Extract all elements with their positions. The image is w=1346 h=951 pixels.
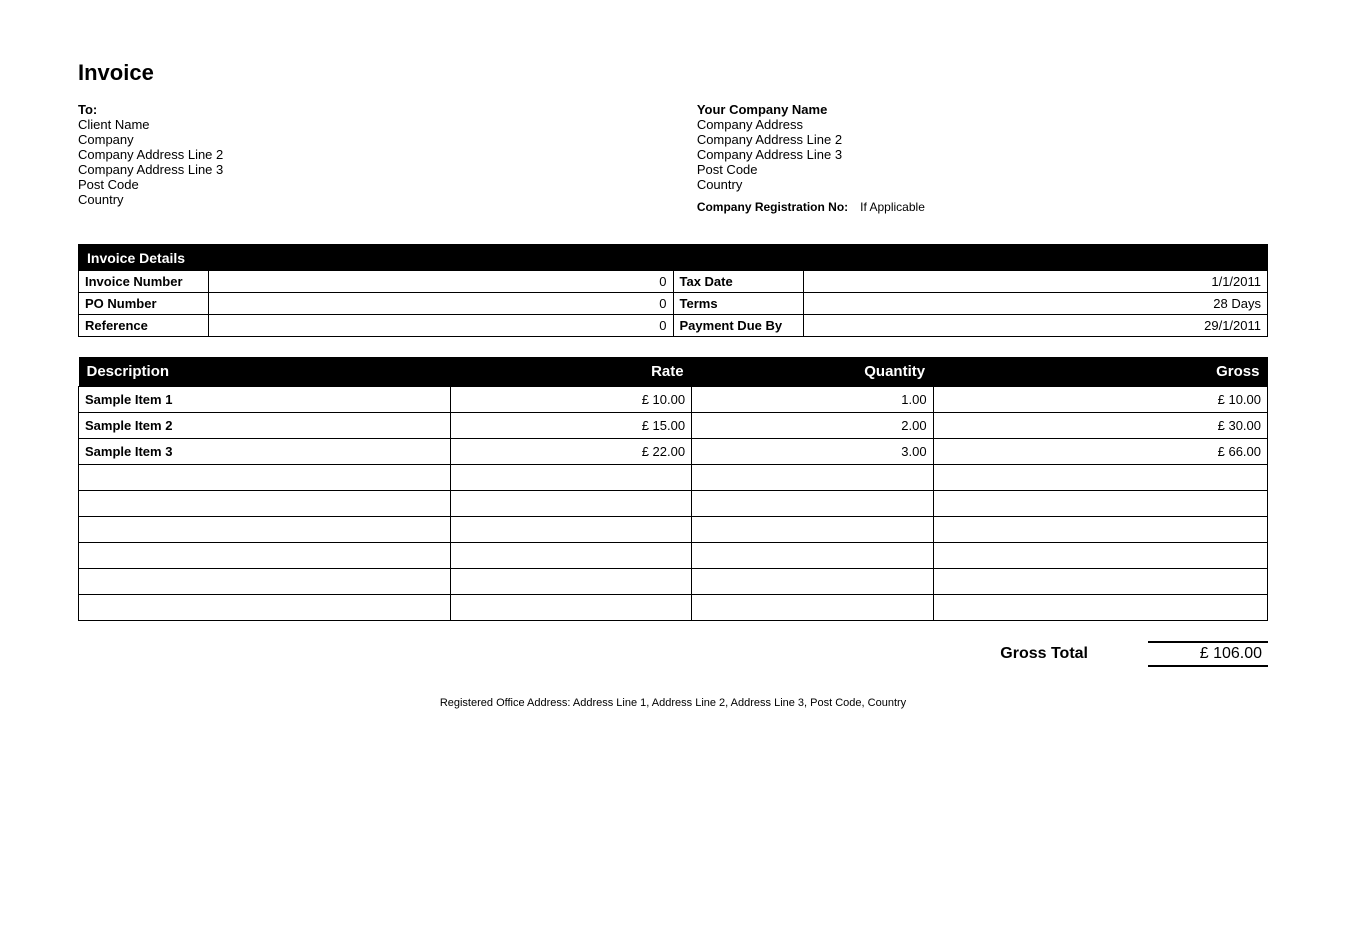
- invoice-number-row: Invoice Number 0: [79, 271, 673, 293]
- item-description: Sample Item 2: [79, 413, 451, 439]
- table-row: [79, 517, 1268, 543]
- client-company: Company: [78, 132, 649, 147]
- invoice-details-section: Invoice Details Invoice Number 0 PO Numb…: [78, 244, 1268, 337]
- item-quantity: [692, 543, 934, 569]
- company-post-code: Post Code: [697, 162, 1268, 177]
- po-number-label: PO Number: [79, 293, 209, 314]
- tax-date-label: Tax Date: [674, 271, 804, 292]
- item-quantity: 3.00: [692, 439, 934, 465]
- item-rate: £ 10.00: [450, 387, 692, 413]
- client-country: Country: [78, 192, 649, 207]
- item-quantity: [692, 491, 934, 517]
- table-row: [79, 595, 1268, 621]
- item-gross: [933, 517, 1267, 543]
- item-quantity: [692, 595, 934, 621]
- item-gross: [933, 491, 1267, 517]
- item-quantity: 2.00: [692, 413, 934, 439]
- client-name: Client Name: [78, 117, 649, 132]
- registration-value: If Applicable: [860, 200, 925, 214]
- invoice-details-header: Invoice Details: [79, 245, 1267, 271]
- item-description: [79, 517, 451, 543]
- table-row: [79, 543, 1268, 569]
- item-description: [79, 569, 451, 595]
- item-description: Sample Item 1: [79, 387, 451, 413]
- table-row: Sample Item 3£ 22.003.00£ 66.00: [79, 439, 1268, 465]
- item-rate: [450, 595, 692, 621]
- bill-to-section: To: Client Name Company Company Address …: [78, 102, 649, 214]
- client-address-line3: Company Address Line 3: [78, 162, 649, 177]
- company-address: Company Address: [697, 117, 1268, 132]
- invoice-number-value: 0: [209, 271, 673, 292]
- gross-total-section: Gross Total £ 106.00: [78, 641, 1268, 667]
- item-rate: £ 15.00: [450, 413, 692, 439]
- company-address-line3: Company Address Line 3: [697, 147, 1268, 162]
- item-description: [79, 491, 451, 517]
- tax-date-row: Tax Date 1/1/2011: [674, 271, 1268, 293]
- table-row: [79, 465, 1268, 491]
- payment-due-label: Payment Due By: [674, 315, 804, 336]
- table-row: [79, 491, 1268, 517]
- item-gross: [933, 465, 1267, 491]
- reference-label: Reference: [79, 315, 209, 336]
- item-rate: [450, 569, 692, 595]
- item-gross: [933, 595, 1267, 621]
- to-label: To:: [78, 102, 649, 117]
- terms-label: Terms: [674, 293, 804, 314]
- company-info-section: Your Company Name Company Address Compan…: [697, 102, 1268, 214]
- po-number-row: PO Number 0: [79, 293, 673, 315]
- company-name: Your Company Name: [697, 102, 1268, 117]
- reference-row: Reference 0: [79, 315, 673, 336]
- item-rate: [450, 517, 692, 543]
- item-description: [79, 543, 451, 569]
- company-registration-row: Company Registration No: If Applicable: [697, 200, 1268, 214]
- item-rate: [450, 543, 692, 569]
- description-header: Description: [79, 357, 451, 387]
- item-gross: [933, 543, 1267, 569]
- item-description: [79, 465, 451, 491]
- item-gross: £ 66.00: [933, 439, 1267, 465]
- payment-due-row: Payment Due By 29/1/2011: [674, 315, 1268, 336]
- tax-date-value: 1/1/2011: [804, 271, 1268, 292]
- item-gross: £ 30.00: [933, 413, 1267, 439]
- reference-value: 0: [209, 315, 673, 336]
- quantity-header: Quantity: [692, 357, 934, 387]
- terms-row: Terms 28 Days: [674, 293, 1268, 315]
- client-address-line2: Company Address Line 2: [78, 147, 649, 162]
- item-rate: £ 22.00: [450, 439, 692, 465]
- table-row: Sample Item 2£ 15.002.00£ 30.00: [79, 413, 1268, 439]
- company-country: Country: [697, 177, 1268, 192]
- client-post-code: Post Code: [78, 177, 649, 192]
- company-address-line2: Company Address Line 2: [697, 132, 1268, 147]
- gross-total-label: Gross Total: [1000, 645, 1088, 663]
- item-quantity: [692, 517, 934, 543]
- rate-header: Rate: [450, 357, 692, 387]
- invoice-number-label: Invoice Number: [79, 271, 209, 292]
- table-row: Sample Item 1£ 10.001.00£ 10.00: [79, 387, 1268, 413]
- item-rate: [450, 465, 692, 491]
- item-gross: £ 10.00: [933, 387, 1267, 413]
- invoice-title: Invoice: [78, 60, 1268, 86]
- gross-total-value: £ 106.00: [1148, 641, 1268, 667]
- gross-header: Gross: [933, 357, 1267, 387]
- registration-label: Company Registration No:: [697, 200, 848, 214]
- terms-value: 28 Days: [804, 293, 1268, 314]
- item-description: Sample Item 3: [79, 439, 451, 465]
- footer-text: Registered Office Address: Address Line …: [78, 697, 1268, 709]
- item-description: [79, 595, 451, 621]
- item-gross: [933, 569, 1267, 595]
- item-quantity: [692, 569, 934, 595]
- table-row: [79, 569, 1268, 595]
- items-table: Description Rate Quantity Gross Sample I…: [78, 357, 1268, 621]
- item-quantity: [692, 465, 934, 491]
- payment-due-value: 29/1/2011: [804, 315, 1268, 336]
- item-quantity: 1.00: [692, 387, 934, 413]
- item-rate: [450, 491, 692, 517]
- po-number-value: 0: [209, 293, 673, 314]
